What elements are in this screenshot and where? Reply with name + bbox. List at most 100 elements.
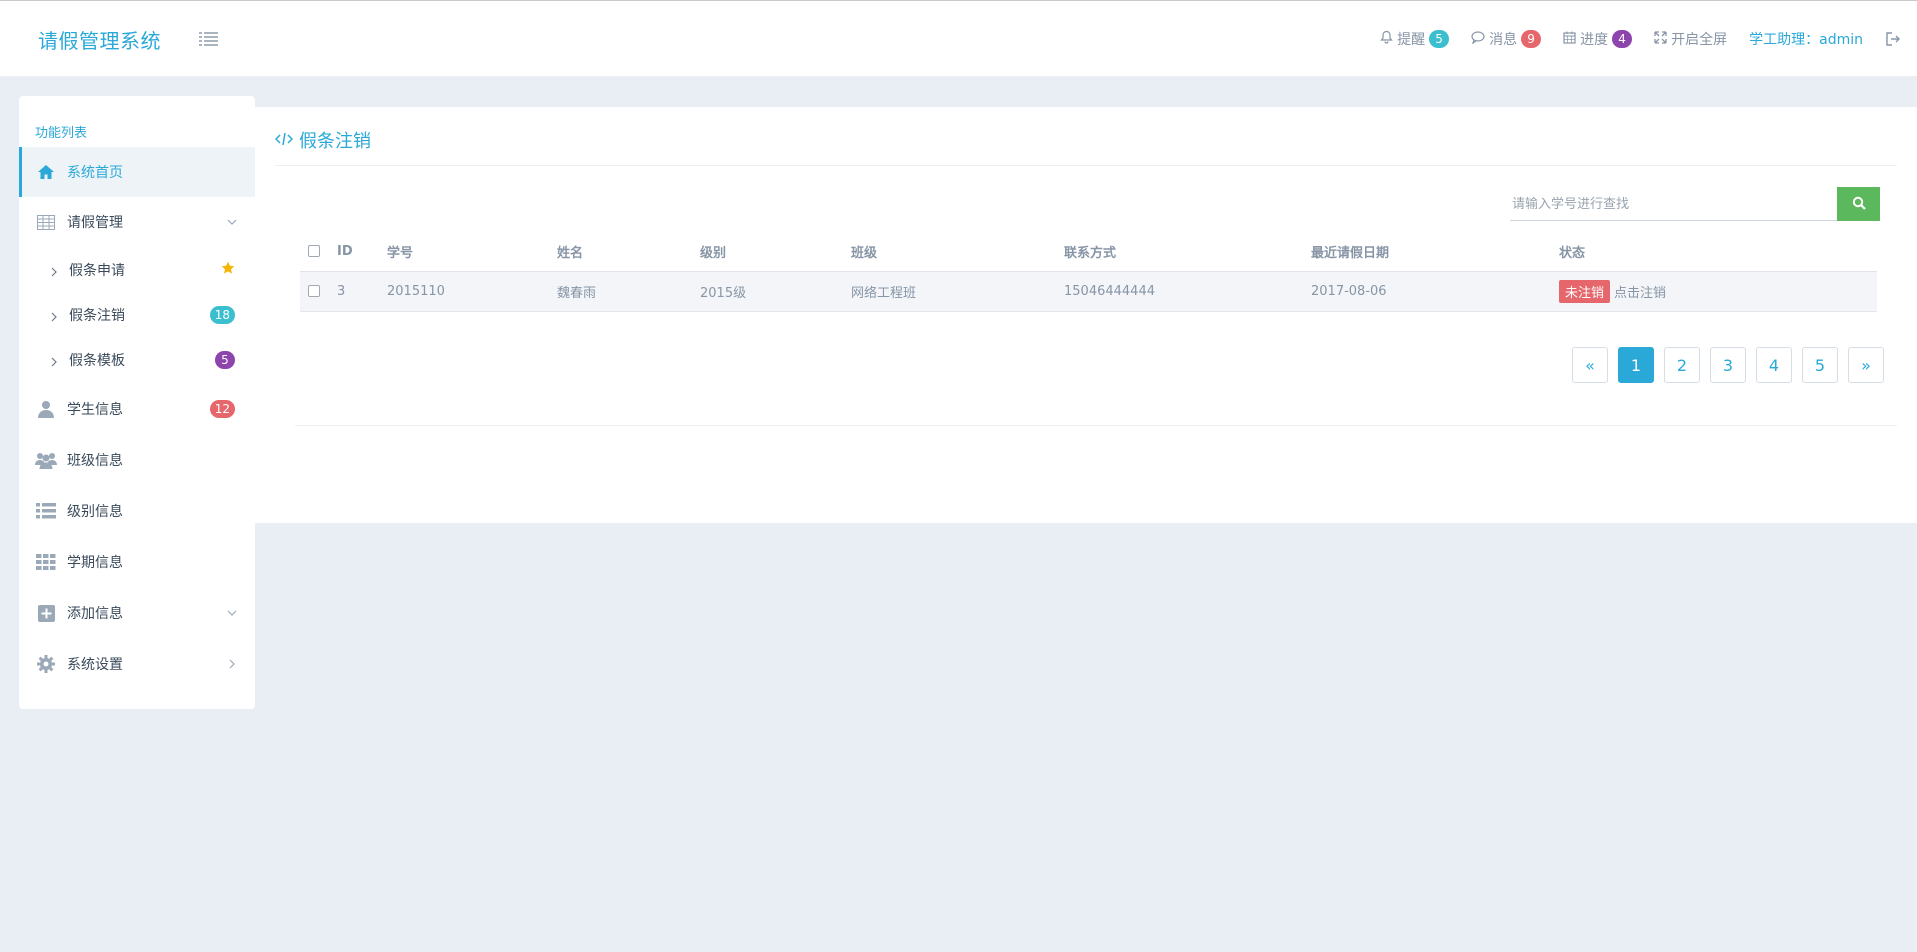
sidebar-item-label: 请假管理 xyxy=(67,215,123,231)
user-icon xyxy=(35,398,57,420)
chevron-down-icon xyxy=(227,215,237,225)
sidebar: 功能列表 系统首页 请假管理 假条申请 假条注销 18 假条模板 5 学生信息 … xyxy=(19,96,255,709)
sidebar-item-leave-management[interactable]: 请假管理 xyxy=(19,197,255,247)
logout-icon[interactable] xyxy=(1885,31,1901,47)
progress-count-badge: 4 xyxy=(1612,30,1633,48)
sidebar-item-label: 添加信息 xyxy=(67,606,123,622)
alerts-label: 提醒 xyxy=(1397,32,1426,48)
cell-status: 未注销 点击注销 xyxy=(1559,271,1877,312)
row-select-cell xyxy=(300,271,337,312)
sidebar-item-label: 班级信息 xyxy=(67,453,123,469)
page-title: 假条注销 xyxy=(274,127,371,153)
top-bar: 请假管理系统 提醒 5 消息 9 进度 4 开启全屏 学工助理：admin xyxy=(0,0,1917,77)
messages-count-badge: 9 xyxy=(1521,30,1542,48)
cell-date: 2017-08-06 xyxy=(1311,271,1559,312)
pagination-page-3[interactable]: 3 xyxy=(1710,347,1746,383)
chevron-right-icon xyxy=(49,355,59,367)
sidebar-item-home[interactable]: 系统首页 xyxy=(19,147,255,197)
chevron-right-icon xyxy=(49,310,59,322)
page-title-text: 假条注销 xyxy=(299,131,371,152)
sidebar-subitem-label: 假条模板 xyxy=(69,353,125,369)
search-input[interactable] xyxy=(1510,187,1837,221)
status-badge: 未注销 xyxy=(1559,279,1611,303)
cell-class: 网络工程班 xyxy=(851,271,1064,312)
sidebar-item-label: 系统设置 xyxy=(67,657,123,673)
row-checkbox[interactable] xyxy=(308,285,320,297)
pagination: « 1 2 3 4 5 » xyxy=(1572,347,1884,383)
fullscreen-label: 开启全屏 xyxy=(1671,32,1728,48)
gear-icon xyxy=(35,653,57,675)
pagination-next[interactable]: » xyxy=(1848,347,1884,383)
progress-menu[interactable]: 进度 4 xyxy=(1563,29,1633,49)
table-icon xyxy=(35,211,57,233)
list-icon xyxy=(35,500,57,522)
progress-label: 进度 xyxy=(1580,32,1609,48)
chevron-right-icon xyxy=(227,657,237,669)
alerts-count-badge: 5 xyxy=(1429,30,1450,48)
comment-icon xyxy=(1471,30,1485,48)
table-row: 3 2015110 魏春雨 2015级 网络工程班 15046444444 20… xyxy=(300,271,1877,312)
column-header-status[interactable]: 状态 xyxy=(1559,232,1877,272)
user-menu[interactable]: 学工助理：admin xyxy=(1749,29,1863,49)
main-panel: 假条注销 ID 学号 姓名 级别 班级 联系方式 最近请假日期 状态 xyxy=(255,107,1917,523)
cell-id: 3 xyxy=(337,271,387,312)
group-icon xyxy=(35,449,57,471)
pagination-page-2[interactable]: 2 xyxy=(1664,347,1700,383)
column-header-id[interactable]: ID xyxy=(337,232,387,272)
column-header-level[interactable]: 级别 xyxy=(700,232,851,272)
column-header-name[interactable]: 姓名 xyxy=(557,232,700,272)
pagination-page-1[interactable]: 1 xyxy=(1618,347,1654,383)
top-right-menu: 提醒 5 消息 9 进度 4 开启全屏 学工助理：admin xyxy=(1380,29,1901,49)
calendar-icon xyxy=(1563,31,1576,48)
fullscreen-toggle[interactable]: 开启全屏 xyxy=(1654,29,1727,49)
sidebar-subitem-leave-template[interactable]: 假条模板 5 xyxy=(19,338,255,382)
code-icon xyxy=(274,130,294,151)
column-header-student-no[interactable]: 学号 xyxy=(387,232,557,272)
pagination-prev[interactable]: « xyxy=(1572,347,1608,383)
sidebar-item-add-info[interactable]: 添加信息 xyxy=(19,588,255,638)
sidebar-item-label: 级别信息 xyxy=(67,504,123,520)
column-header-date[interactable]: 最近请假日期 xyxy=(1311,232,1559,272)
sidebar-item-label: 学期信息 xyxy=(67,555,123,571)
search-icon xyxy=(1852,196,1866,213)
bell-icon xyxy=(1380,30,1393,48)
home-icon xyxy=(35,161,57,183)
sidebar-item-label: 学生信息 xyxy=(67,402,123,418)
cell-level: 2015级 xyxy=(700,271,851,312)
cell-phone: 15046444444 xyxy=(1064,271,1311,312)
sidebar-item-settings[interactable]: 系统设置 xyxy=(19,639,255,689)
table-header-row: ID 学号 姓名 级别 班级 联系方式 最近请假日期 状态 xyxy=(300,232,1877,272)
grid-icon xyxy=(35,551,57,573)
revoke-link[interactable]: 点击注销 xyxy=(1614,286,1666,301)
count-badge: 18 xyxy=(209,306,235,324)
sidebar-subitem-leave-revoke[interactable]: 假条注销 18 xyxy=(19,293,255,337)
star-icon xyxy=(221,261,235,279)
cell-student-no[interactable]: 2015110 xyxy=(387,271,557,312)
column-header-phone[interactable]: 联系方式 xyxy=(1064,232,1311,272)
search-bar xyxy=(1510,187,1880,221)
plus-square-icon xyxy=(35,602,57,624)
pagination-page-4[interactable]: 4 xyxy=(1756,347,1792,383)
chevron-right-icon xyxy=(49,265,59,277)
sidebar-item-terms[interactable]: 学期信息 xyxy=(19,537,255,587)
sidebar-subitem-leave-apply[interactable]: 假条申请 xyxy=(19,248,255,292)
menu-toggle-icon[interactable] xyxy=(198,29,220,49)
select-all-checkbox[interactable] xyxy=(308,245,320,258)
app-brand[interactable]: 请假管理系统 xyxy=(38,25,161,54)
count-badge: 5 xyxy=(215,351,235,369)
column-header-class[interactable]: 班级 xyxy=(851,232,1064,272)
sidebar-item-classes[interactable]: 班级信息 xyxy=(19,435,255,485)
sidebar-title: 功能列表 xyxy=(35,126,88,141)
messages-menu[interactable]: 消息 9 xyxy=(1471,29,1542,49)
leave-table: ID 学号 姓名 级别 班级 联系方式 最近请假日期 状态 3 2015110 … xyxy=(300,232,1877,312)
alerts-menu[interactable]: 提醒 5 xyxy=(1380,29,1450,49)
sidebar-item-levels[interactable]: 级别信息 xyxy=(19,486,255,536)
sidebar-item-label: 系统首页 xyxy=(67,165,123,181)
pagination-page-5[interactable]: 5 xyxy=(1802,347,1838,383)
messages-label: 消息 xyxy=(1489,32,1518,48)
search-button[interactable] xyxy=(1837,187,1880,221)
chevron-down-icon xyxy=(227,606,237,616)
divider xyxy=(295,425,1897,426)
sidebar-subitem-label: 假条注销 xyxy=(69,308,125,324)
sidebar-item-students[interactable]: 学生信息 12 xyxy=(19,384,255,434)
